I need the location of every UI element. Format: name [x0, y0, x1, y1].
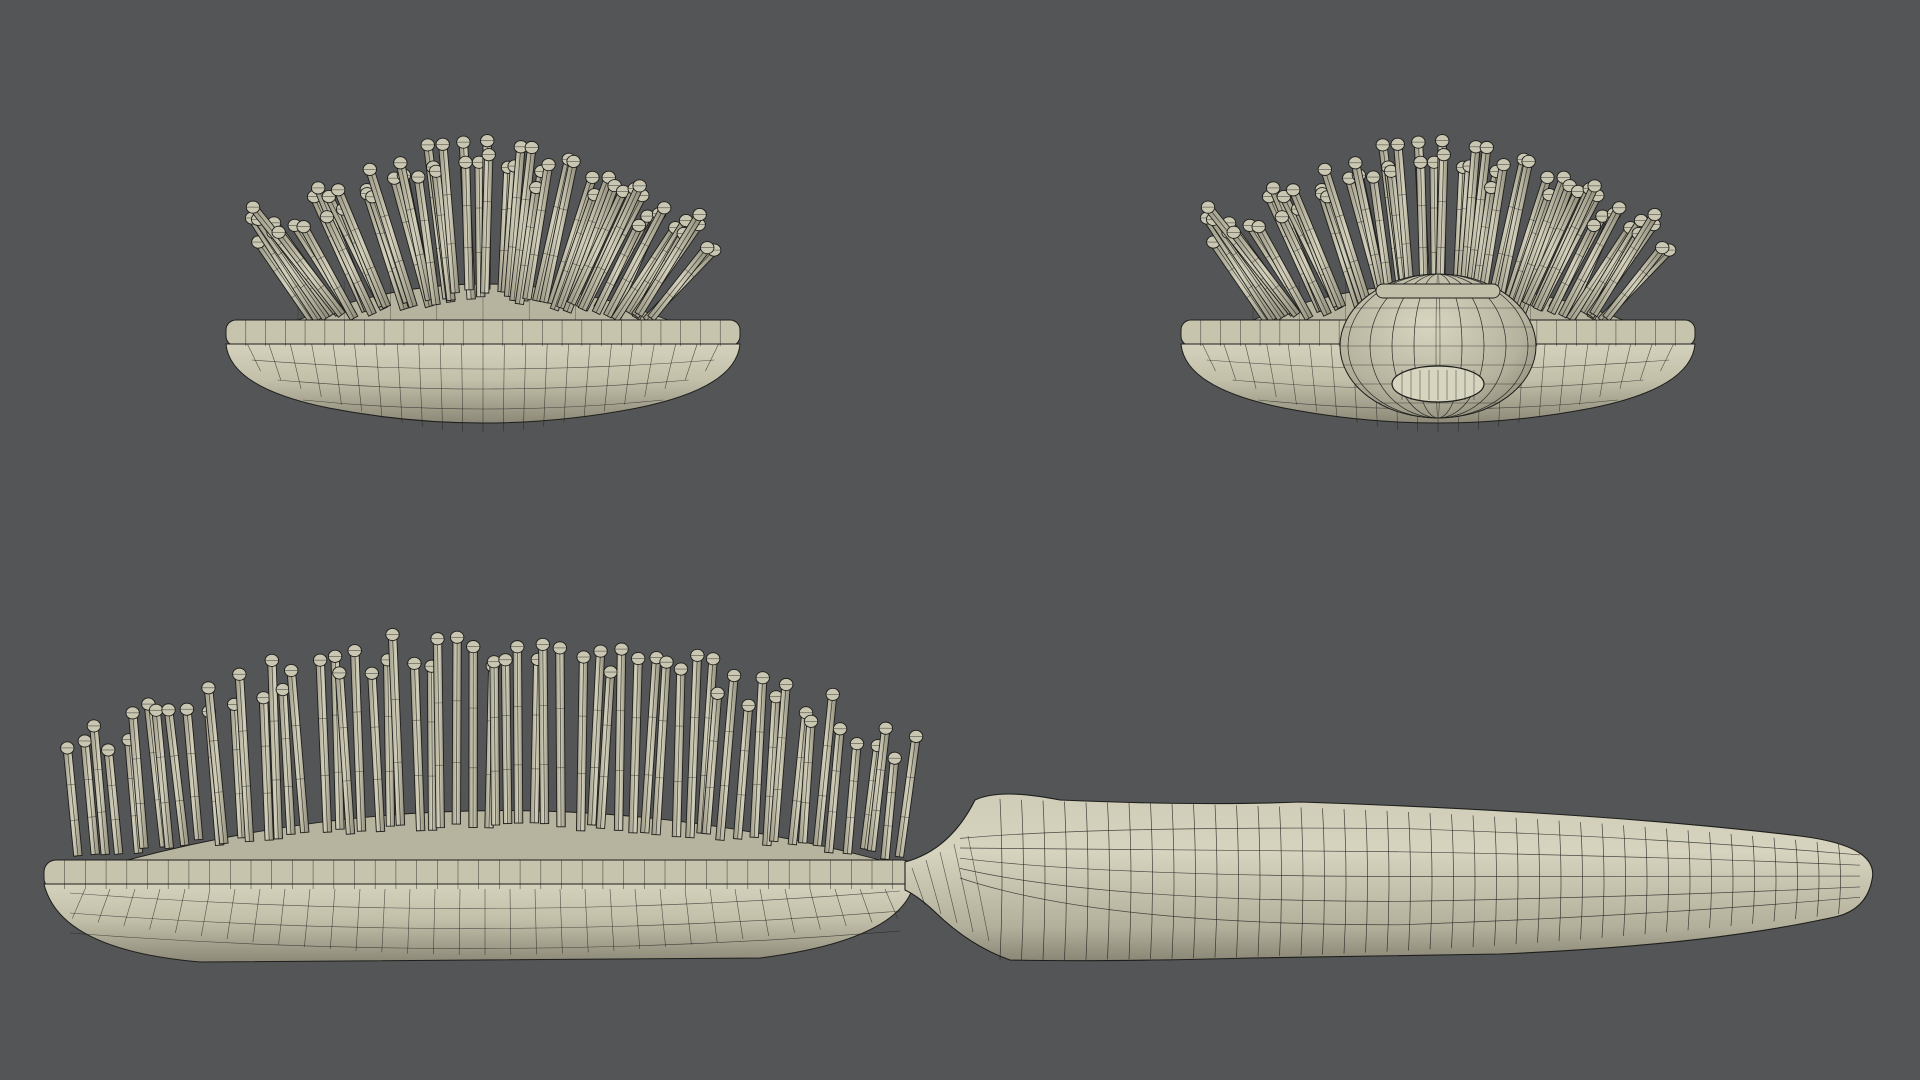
side-handle	[904, 793, 1874, 962]
side-bristles	[60, 628, 924, 863]
bristle	[466, 640, 481, 828]
side-view-brush	[43, 628, 1874, 963]
bristle	[498, 653, 513, 825]
3d-viewport[interactable]	[0, 0, 1920, 1080]
socket-top	[1375, 283, 1501, 299]
bristle	[60, 741, 83, 857]
front-view-brush	[225, 134, 741, 432]
bristle	[364, 666, 386, 833]
head-shell	[43, 883, 915, 963]
wireframe-render	[43, 134, 1874, 963]
bristle	[842, 737, 865, 855]
handle-socket	[1339, 273, 1537, 419]
bristle	[671, 662, 689, 838]
bristle	[312, 653, 333, 833]
side-head	[43, 859, 915, 963]
front-view-base	[225, 319, 741, 432]
bristle	[552, 641, 568, 828]
bristle	[449, 630, 465, 825]
bristle	[894, 729, 924, 858]
back-view-brush	[1180, 134, 1696, 432]
front-view-bristles	[244, 134, 722, 325]
bristle	[407, 656, 426, 832]
bristle	[510, 640, 525, 824]
